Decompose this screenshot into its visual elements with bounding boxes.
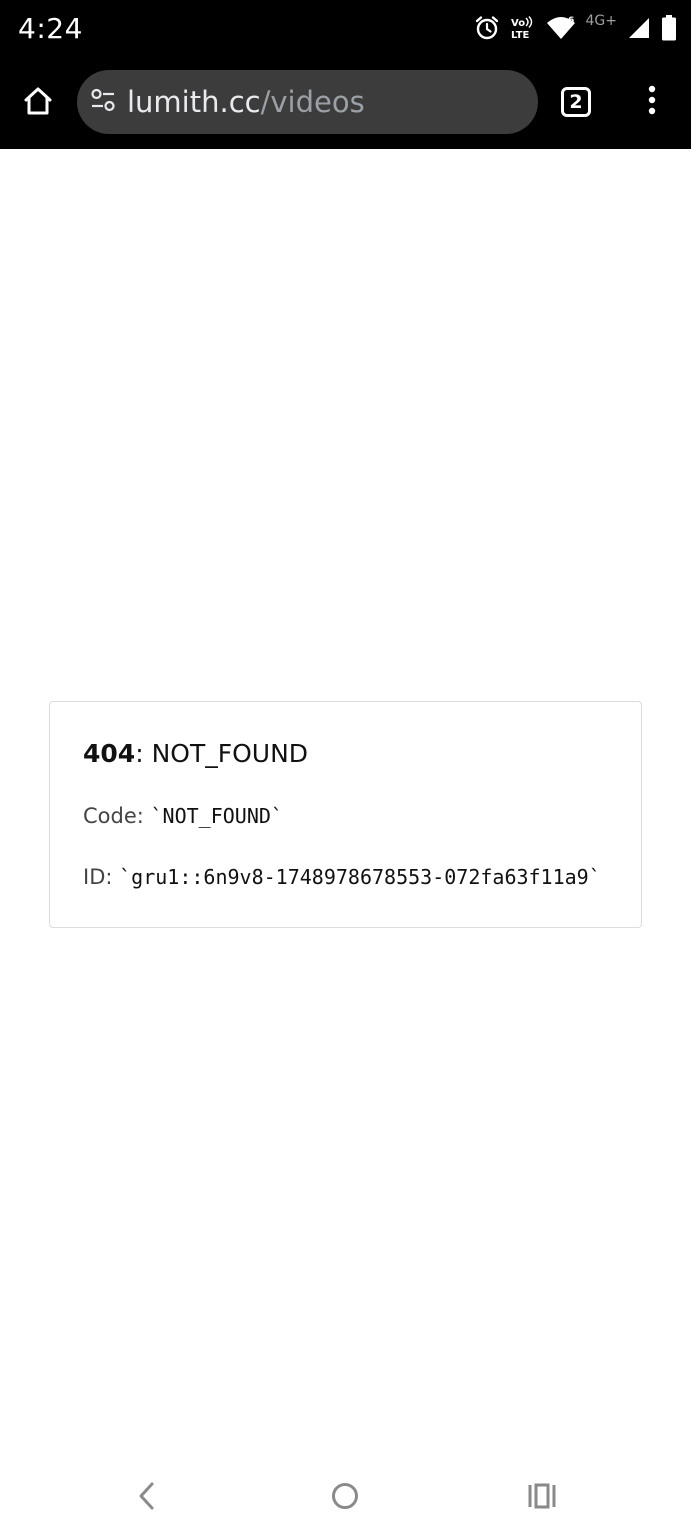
- status-bar: 4:24 Vo LTE 6 4G+: [0, 0, 691, 56]
- error-status-code: 404: [83, 739, 136, 768]
- browser-toolbar: lumith.cc/videos 2: [0, 56, 691, 149]
- site-settings-icon: [90, 87, 116, 118]
- error-code-value: `NOT_FOUND`: [150, 804, 283, 828]
- svg-text:Vo: Vo: [511, 18, 525, 29]
- phone-screen: 4:24 Vo LTE 6 4G+ lumith.cc/videos 2 404…: [0, 0, 691, 1536]
- error-id-label: ID:: [83, 865, 120, 889]
- back-button[interactable]: [127, 1478, 167, 1518]
- error-code-line: Code: `NOT_FOUND`: [83, 804, 283, 828]
- wifi-icon: 6: [546, 15, 576, 41]
- status-time: 4:24: [18, 12, 83, 45]
- svg-text:LTE: LTE: [511, 30, 530, 41]
- site-settings-button[interactable]: [89, 88, 117, 116]
- url-bar[interactable]: lumith.cc/videos: [77, 70, 538, 134]
- home-button[interactable]: [14, 80, 62, 126]
- navigation-bar: [0, 1456, 691, 1536]
- battery-icon: [661, 15, 677, 41]
- home-icon: [22, 85, 54, 122]
- volte-icon: Vo LTE: [510, 15, 536, 41]
- tab-switcher-button[interactable]: 2: [558, 84, 594, 120]
- error-status-text: NOT_FOUND: [151, 739, 309, 768]
- url-text[interactable]: lumith.cc/videos: [127, 85, 365, 119]
- signal-icon: [627, 16, 651, 40]
- error-id-value: `gru1::6n9v8-1748978678553-072fa63f11a9`: [119, 865, 601, 889]
- more-vert-icon: [647, 85, 657, 120]
- recents-icon: [527, 1482, 557, 1515]
- network-type-label: 4G+: [585, 13, 618, 29]
- url-domain: lumith.cc: [127, 85, 261, 119]
- more-menu-button[interactable]: [636, 84, 668, 120]
- error-title-separator: :: [135, 739, 152, 768]
- back-icon: [135, 1481, 159, 1516]
- error-card: 404: NOT_FOUND Code: `NOT_FOUND` ID: `gr…: [49, 701, 642, 928]
- nav-home-button[interactable]: [325, 1478, 365, 1518]
- alarm-icon: [474, 15, 500, 41]
- status-icons: Vo LTE 6 4G+: [474, 12, 678, 44]
- home-circle-icon: [330, 1481, 360, 1516]
- url-path: /videos: [260, 85, 365, 119]
- recents-button[interactable]: [522, 1478, 562, 1518]
- error-code-label: Code:: [83, 804, 151, 828]
- tab-count: 2: [569, 91, 583, 113]
- error-title: 404: NOT_FOUND: [83, 739, 308, 768]
- svg-text:6: 6: [568, 16, 574, 26]
- tab-switcher-icon: 2: [561, 87, 591, 117]
- page-content: 404: NOT_FOUND Code: `NOT_FOUND` ID: `gr…: [0, 149, 691, 1456]
- error-id-line: ID: `gru1::6n9v8-1748978678553-072fa63f1…: [83, 865, 601, 889]
